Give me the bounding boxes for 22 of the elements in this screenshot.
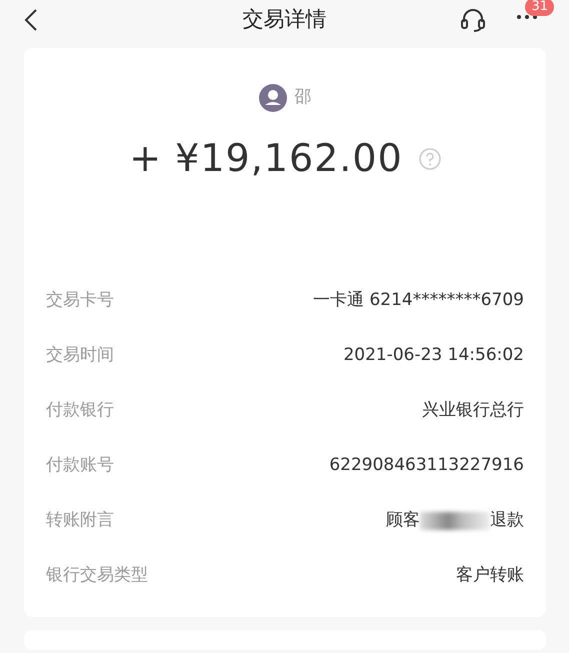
field-value: 顾客 (386, 508, 420, 532)
field-label: 付款账号 (46, 454, 114, 477)
redaction-blur (420, 512, 490, 530)
field-value: 2021-06-23 14:56:02 (343, 344, 524, 367)
payer-name: 邵 (294, 86, 312, 110)
field-label: 交易时间 (46, 344, 114, 367)
headset-icon[interactable] (460, 8, 486, 32)
amount: + ¥19,162.00 (129, 135, 403, 182)
avatar-icon (258, 84, 286, 112)
field-label: 付款银行 (46, 398, 114, 422)
field-value: 退款 (490, 508, 524, 532)
field-value: 622908463113227916 (329, 454, 524, 477)
field-label: 交易卡号 (46, 288, 114, 312)
field-label: 银行交易类型 (46, 564, 148, 587)
field-value: 兴业银行总行 (422, 398, 524, 422)
back-icon[interactable] (24, 8, 38, 32)
field-value: 客户转账 (456, 564, 524, 587)
field-label: 转账附言 (46, 508, 114, 532)
field-value: 一卡通 6214********6709 (313, 288, 524, 312)
notification-count: 31 (525, 0, 554, 16)
page-title: 交易详情 (242, 6, 326, 34)
more-icon[interactable] (516, 14, 538, 20)
